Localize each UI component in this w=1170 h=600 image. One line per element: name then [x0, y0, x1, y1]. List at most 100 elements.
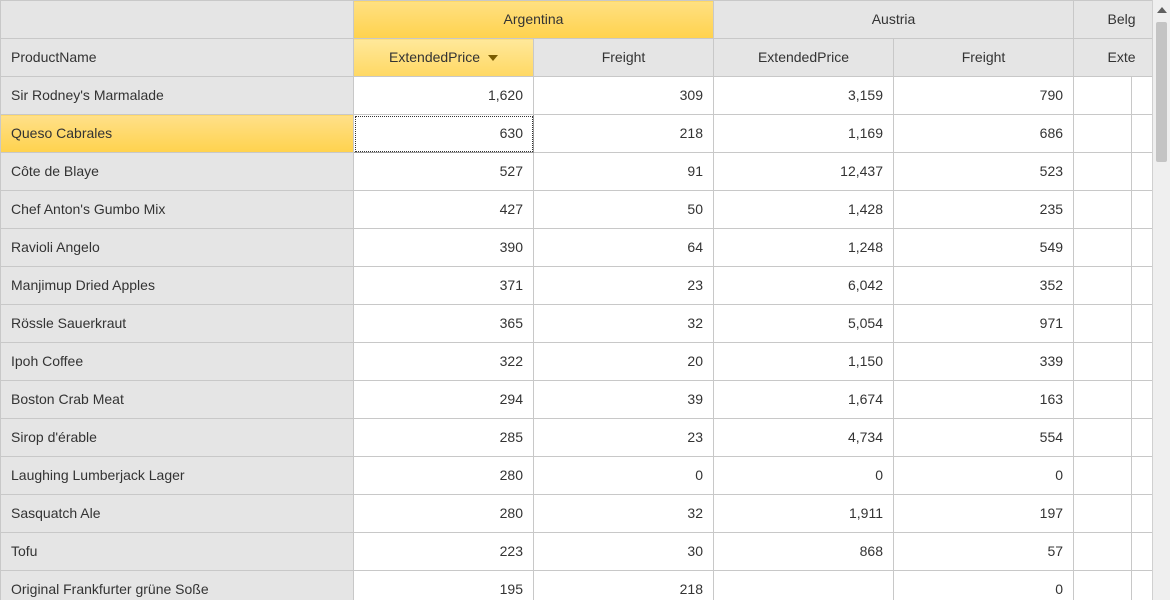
product-cell[interactable]: Queso Cabrales — [1, 115, 354, 153]
value-cell[interactable]: 5,054 — [714, 305, 894, 343]
table-row[interactable]: Sasquatch Ale280321,911197 — [1, 495, 1153, 533]
value-cell[interactable]: 630 — [354, 115, 534, 153]
scroll-thumb[interactable] — [1156, 22, 1167, 162]
value-cell[interactable] — [1074, 381, 1132, 419]
value-cell[interactable] — [1074, 153, 1132, 191]
country-header-austria[interactable]: Austria — [714, 1, 1074, 39]
value-cell[interactable]: 790 — [894, 77, 1074, 115]
value-cell[interactable] — [1132, 457, 1152, 495]
value-cell[interactable]: 371 — [354, 267, 534, 305]
row-header-label[interactable]: ProductName — [1, 39, 354, 77]
value-cell[interactable] — [1074, 191, 1132, 229]
value-cell[interactable] — [1074, 343, 1132, 381]
table-row[interactable]: Ipoh Coffee322201,150339 — [1, 343, 1153, 381]
value-cell[interactable]: 223 — [354, 533, 534, 571]
value-cell[interactable]: 868 — [714, 533, 894, 571]
value-cell[interactable]: 339 — [894, 343, 1074, 381]
value-cell[interactable]: 163 — [894, 381, 1074, 419]
product-cell[interactable]: Côte de Blaye — [1, 153, 354, 191]
country-header-argentina[interactable]: Argentina — [354, 1, 714, 39]
value-cell[interactable] — [1074, 229, 1132, 267]
value-cell[interactable]: 57 — [894, 533, 1074, 571]
value-cell[interactable] — [1132, 115, 1152, 153]
country-header-belg[interactable]: Belg — [1074, 1, 1152, 39]
value-cell[interactable]: 294 — [354, 381, 534, 419]
table-row[interactable]: Boston Crab Meat294391,674163 — [1, 381, 1153, 419]
value-cell[interactable]: 322 — [354, 343, 534, 381]
value-cell[interactable]: 309 — [534, 77, 714, 115]
table-row[interactable]: Manjimup Dried Apples371236,042352 — [1, 267, 1153, 305]
value-cell[interactable] — [1074, 115, 1132, 153]
value-cell[interactable]: 197 — [894, 495, 1074, 533]
table-row[interactable]: Côte de Blaye5279112,437523 — [1, 153, 1153, 191]
value-cell[interactable]: 686 — [894, 115, 1074, 153]
value-cell[interactable]: 280 — [354, 457, 534, 495]
product-cell[interactable]: Ipoh Coffee — [1, 343, 354, 381]
value-cell[interactable]: 352 — [894, 267, 1074, 305]
table-row[interactable]: Queso Cabrales6302181,169686 — [1, 115, 1153, 153]
value-cell[interactable] — [1132, 191, 1152, 229]
value-cell[interactable]: 6,042 — [714, 267, 894, 305]
value-cell[interactable]: 0 — [714, 457, 894, 495]
table-row[interactable]: Sir Rodney's Marmalade1,6203093,159790 — [1, 77, 1153, 115]
pivot-table[interactable]: Argentina Austria Belg ProductName Exten… — [0, 0, 1152, 600]
value-cell[interactable]: 32 — [534, 305, 714, 343]
table-row[interactable]: Ravioli Angelo390641,248549 — [1, 229, 1153, 267]
value-cell[interactable] — [1074, 419, 1132, 457]
table-row[interactable]: Laughing Lumberjack Lager280000 — [1, 457, 1153, 495]
value-cell[interactable]: 1,911 — [714, 495, 894, 533]
value-cell[interactable] — [1132, 153, 1152, 191]
value-cell[interactable] — [1074, 77, 1132, 115]
value-cell[interactable] — [1132, 381, 1152, 419]
value-cell[interactable]: 12,437 — [714, 153, 894, 191]
product-cell[interactable]: Tofu — [1, 533, 354, 571]
value-cell[interactable]: 1,674 — [714, 381, 894, 419]
value-cell[interactable] — [1132, 229, 1152, 267]
value-cell[interactable] — [1132, 571, 1152, 600]
value-cell[interactable] — [1132, 533, 1152, 571]
value-cell[interactable]: 554 — [894, 419, 1074, 457]
measure-header-argentina-extendedprice[interactable]: ExtendedPrice — [354, 39, 534, 77]
value-cell[interactable] — [714, 571, 894, 600]
value-cell[interactable] — [1132, 305, 1152, 343]
value-cell[interactable] — [1132, 495, 1152, 533]
value-cell[interactable]: 23 — [534, 419, 714, 457]
product-cell[interactable]: Chef Anton's Gumbo Mix — [1, 191, 354, 229]
product-cell[interactable]: Manjimup Dried Apples — [1, 267, 354, 305]
value-cell[interactable]: 91 — [534, 153, 714, 191]
value-cell[interactable]: 523 — [894, 153, 1074, 191]
value-cell[interactable]: 0 — [894, 571, 1074, 600]
value-cell[interactable]: 390 — [354, 229, 534, 267]
value-cell[interactable]: 218 — [534, 571, 714, 600]
product-cell[interactable]: Sirop d'érable — [1, 419, 354, 457]
product-cell[interactable]: Laughing Lumberjack Lager — [1, 457, 354, 495]
value-cell[interactable]: 1,248 — [714, 229, 894, 267]
measure-header-argentina-freight[interactable]: Freight — [534, 39, 714, 77]
measure-header-belg-extendedprice[interactable]: Exte — [1074, 39, 1152, 77]
value-cell[interactable]: 549 — [894, 229, 1074, 267]
measure-header-austria-extendedprice[interactable]: ExtendedPrice — [714, 39, 894, 77]
value-cell[interactable]: 427 — [354, 191, 534, 229]
table-row[interactable]: Rössle Sauerkraut365325,054971 — [1, 305, 1153, 343]
measure-header-austria-freight[interactable]: Freight — [894, 39, 1074, 77]
value-cell[interactable]: 218 — [534, 115, 714, 153]
value-cell[interactable]: 527 — [354, 153, 534, 191]
value-cell[interactable]: 64 — [534, 229, 714, 267]
value-cell[interactable]: 0 — [894, 457, 1074, 495]
value-cell[interactable]: 3,159 — [714, 77, 894, 115]
product-cell[interactable]: Sir Rodney's Marmalade — [1, 77, 354, 115]
value-cell[interactable]: 195 — [354, 571, 534, 600]
value-cell[interactable] — [1132, 419, 1152, 457]
table-row[interactable]: Sirop d'érable285234,734554 — [1, 419, 1153, 457]
value-cell[interactable]: 50 — [534, 191, 714, 229]
value-cell[interactable] — [1132, 343, 1152, 381]
value-cell[interactable]: 365 — [354, 305, 534, 343]
product-cell[interactable]: Sasquatch Ale — [1, 495, 354, 533]
value-cell[interactable] — [1074, 457, 1132, 495]
value-cell[interactable]: 971 — [894, 305, 1074, 343]
value-cell[interactable] — [1074, 571, 1132, 600]
value-cell[interactable]: 1,620 — [354, 77, 534, 115]
value-cell[interactable]: 39 — [534, 381, 714, 419]
product-cell[interactable]: Ravioli Angelo — [1, 229, 354, 267]
value-cell[interactable]: 1,150 — [714, 343, 894, 381]
